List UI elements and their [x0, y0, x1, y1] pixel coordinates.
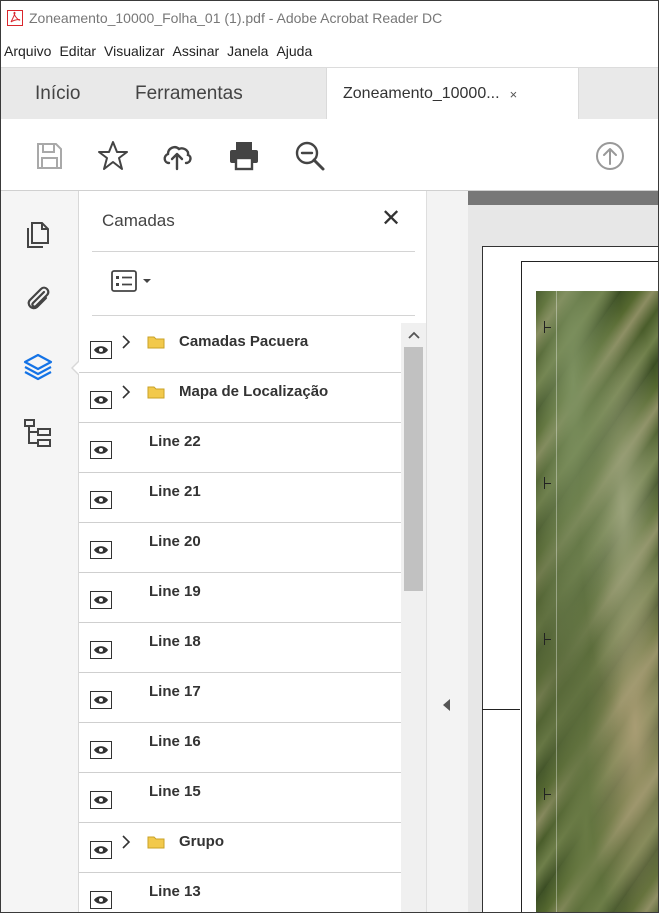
page-thumbnails-icon[interactable]	[22, 219, 54, 251]
layer-label: Line 22	[149, 433, 201, 450]
scroll-up-arrow-icon[interactable]	[401, 323, 426, 347]
layer-visibility-eye-icon[interactable]	[90, 891, 112, 909]
layer-label: Mapa de Localização	[179, 383, 329, 400]
tab-bar: Início Ferramentas Zoneamento_10000... ×	[1, 67, 658, 120]
map-grid-line	[556, 291, 557, 912]
map-grid-tick	[544, 321, 551, 333]
layer-label: Line 19	[149, 583, 201, 600]
pdf-app-icon	[7, 10, 23, 26]
layer-row[interactable]: Line 21	[79, 473, 401, 523]
layer-visibility-eye-icon[interactable]	[90, 541, 112, 559]
menu-visualizar[interactable]: Visualizar	[104, 43, 164, 59]
bookmark-star-icon[interactable]	[96, 139, 130, 173]
collapse-panel-icon[interactable]	[443, 699, 450, 711]
acrobat-window: Zoneamento_10000_Folha_01 (1).pdf - Adob…	[0, 0, 659, 913]
save-icon[interactable]	[32, 139, 66, 173]
layer-visibility-eye-icon[interactable]	[90, 491, 112, 509]
folder-icon	[147, 835, 165, 849]
layer-row[interactable]: Line 20	[79, 523, 401, 573]
aerial-map-image	[536, 291, 658, 912]
layer-row[interactable]: Mapa de Localização	[79, 373, 401, 423]
toolbar	[1, 119, 658, 191]
layer-row[interactable]: Line 15	[79, 773, 401, 823]
panel-splitter[interactable]	[426, 191, 468, 912]
content-tree-icon[interactable]	[22, 417, 54, 449]
layer-row[interactable]: Line 19	[79, 573, 401, 623]
layer-visibility-eye-icon[interactable]	[90, 741, 112, 759]
menu-bar: Arquivo Editar Visualizar Assinar Janela…	[1, 35, 658, 67]
layer-label: Line 15	[149, 783, 201, 800]
layer-label: Line 20	[149, 533, 201, 550]
layer-label: Camadas Pacuera	[179, 333, 309, 350]
layer-visibility-eye-icon[interactable]	[90, 691, 112, 709]
layer-options-button[interactable]	[111, 269, 153, 293]
tab-document-label: Zoneamento_10000...	[343, 85, 500, 102]
layer-row[interactable]: Line 17	[79, 673, 401, 723]
tab-tools[interactable]: Ferramentas	[135, 68, 243, 120]
options-list-icon	[111, 270, 137, 292]
layer-row[interactable]: Grupo	[79, 823, 401, 873]
layer-label: Line 18	[149, 633, 201, 650]
layer-visibility-eye-icon[interactable]	[90, 841, 112, 859]
layers-panel: Camadas ✕ Camadas Pacuera Mapa de Localiz…	[79, 191, 426, 912]
layer-row[interactable]: Line 18	[79, 623, 401, 673]
layer-list: Camadas Pacuera Mapa de Localização Line 2…	[79, 323, 401, 912]
panel-title: Camadas	[102, 211, 175, 230]
folder-icon	[147, 335, 165, 349]
tab-home[interactable]: Início	[35, 68, 80, 120]
scroll-up-circle-icon[interactable]	[593, 139, 627, 173]
menu-assinar[interactable]: Assinar	[172, 43, 219, 59]
layer-label: Line 13	[149, 883, 201, 900]
layer-visibility-eye-icon[interactable]	[90, 391, 112, 409]
divider	[92, 315, 415, 316]
chevron-down-icon	[143, 279, 151, 283]
layer-row[interactable]: Line 16	[79, 723, 401, 773]
scrollbar-thumb[interactable]	[404, 347, 423, 591]
menu-ajuda[interactable]: Ajuda	[276, 43, 312, 59]
tab-close-icon[interactable]: ×	[510, 87, 518, 102]
window-title: Zoneamento_10000_Folha_01 (1).pdf - Adob…	[29, 10, 443, 26]
layer-visibility-eye-icon[interactable]	[90, 641, 112, 659]
layers-icon[interactable]	[22, 351, 54, 383]
layer-visibility-eye-icon[interactable]	[90, 591, 112, 609]
layer-row[interactable]: Camadas Pacuera	[79, 323, 401, 373]
layer-visibility-eye-icon[interactable]	[90, 791, 112, 809]
layer-visibility-eye-icon[interactable]	[90, 441, 112, 459]
print-icon[interactable]	[227, 139, 261, 173]
title-bar: Zoneamento_10000_Folha_01 (1).pdf - Adob…	[1, 1, 658, 35]
map-grid-tick	[544, 633, 551, 645]
layer-label: Line 17	[149, 683, 201, 700]
layer-row[interactable]: Line 22	[79, 423, 401, 473]
chevron-right-icon[interactable]	[121, 384, 131, 405]
panel-close-icon[interactable]: ✕	[381, 204, 401, 233]
zoom-out-icon[interactable]	[293, 139, 327, 173]
folder-icon	[147, 385, 165, 399]
menu-arquivo[interactable]: Arquivo	[4, 43, 51, 59]
divider	[92, 251, 415, 252]
map-grid-tick	[544, 477, 551, 489]
chevron-right-icon[interactable]	[121, 834, 131, 855]
layer-visibility-eye-icon[interactable]	[90, 341, 112, 359]
layer-row[interactable]: Line 13	[79, 873, 401, 912]
document-view[interactable]	[468, 191, 658, 912]
tab-document[interactable]: Zoneamento_10000... ×	[326, 68, 579, 120]
chevron-right-icon[interactable]	[121, 334, 131, 355]
layer-label: Line 16	[149, 733, 201, 750]
attachments-icon[interactable]	[22, 283, 54, 315]
map-grid-tick	[544, 788, 551, 800]
map-leader-line	[482, 709, 520, 710]
navigation-pane	[1, 191, 79, 912]
menu-editar[interactable]: Editar	[59, 43, 96, 59]
page-top-edge	[468, 191, 658, 205]
layer-label: Line 21	[149, 483, 201, 500]
upload-cloud-icon[interactable]	[160, 139, 194, 173]
layer-list-scrollbar[interactable]	[401, 323, 426, 912]
layer-label: Grupo	[179, 833, 224, 850]
menu-janela[interactable]: Janela	[227, 43, 268, 59]
